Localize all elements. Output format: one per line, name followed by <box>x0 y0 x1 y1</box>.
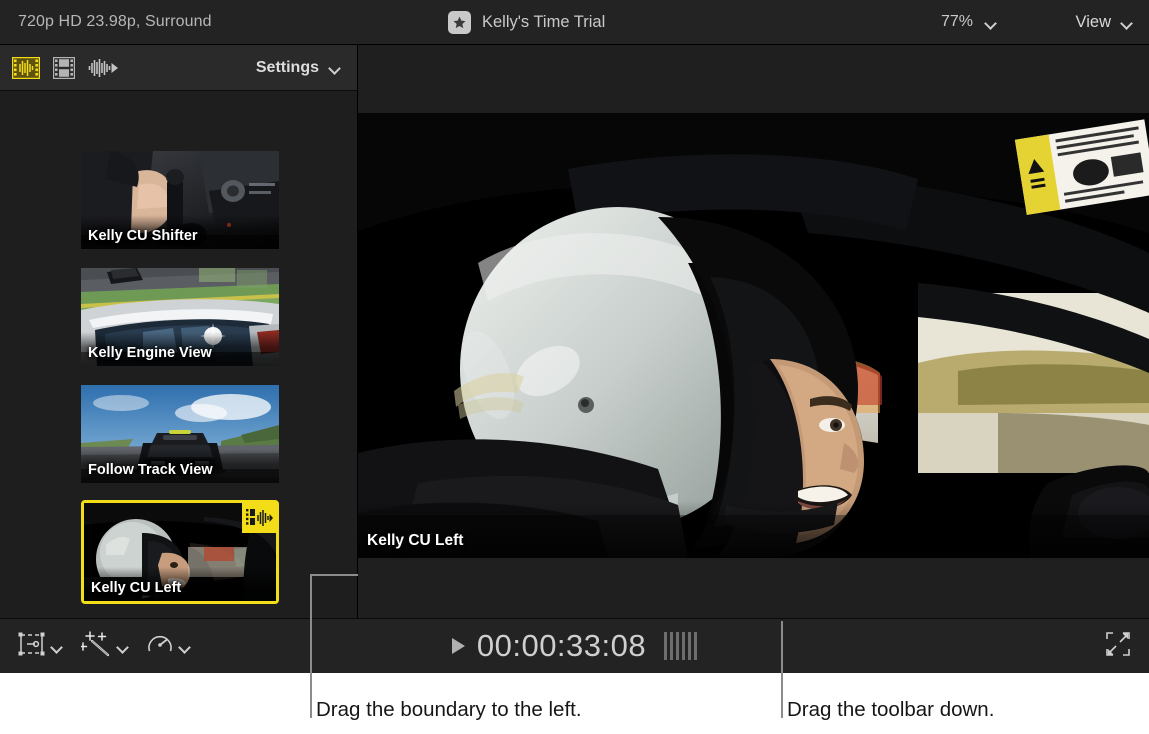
project-title: Kelly's Time Trial <box>482 13 605 32</box>
zoom-level-value: 77% <box>941 13 973 31</box>
viewer-pane[interactable]: Kelly CU Left <box>358 45 1149 618</box>
clip-label: Kelly CU Shifter <box>88 228 198 244</box>
meter-bar <box>694 632 697 660</box>
timecode-display[interactable]: 00:00:33:08 <box>452 628 697 664</box>
screenshot-root: 720p HD 23.98p, Surround Kelly's Time Tr… <box>0 0 1149 734</box>
callout-boundary-leader-vertical <box>310 574 312 718</box>
meter-bar <box>670 632 673 660</box>
clip-label: Kelly CU Left <box>91 580 181 596</box>
final-cut-pro-window: 720p HD 23.98p, Surround Kelly's Time Tr… <box>0 0 1149 673</box>
star-icon <box>448 11 471 34</box>
project-title-group: Kelly's Time Trial <box>448 0 605 44</box>
settings-label: Settings <box>256 59 319 77</box>
video-audio-filmstrip-icon[interactable] <box>12 57 40 79</box>
viewer-header-bar: 720p HD 23.98p, Surround Kelly's Time Tr… <box>0 0 1149 45</box>
project-format-label: 720p HD 23.98p, Surround <box>18 0 212 44</box>
meter-bar <box>664 632 667 660</box>
chevron-down-icon <box>1122 19 1133 26</box>
callout-toolbar-text: Drag the toolbar down. <box>787 698 994 722</box>
play-triangle-icon <box>452 638 465 654</box>
list-item[interactable]: Kelly Engine View <box>81 268 279 366</box>
viewer-clip-label: Kelly CU Left <box>367 532 463 550</box>
filmstrip-icon[interactable] <box>53 57 75 79</box>
expand-arrows-icon[interactable] <box>1105 631 1131 662</box>
toolbar-right-group <box>1105 619 1131 673</box>
audio-meter-icon <box>664 632 697 660</box>
callout-toolbar-leader-vertical <box>781 621 783 718</box>
meter-bar <box>688 632 691 660</box>
settings-popup-button[interactable]: Settings <box>256 45 341 90</box>
audio-waveform-icon[interactable] <box>88 58 118 78</box>
sidebar-toolbar: Settings <box>0 45 357 91</box>
callout-boundary-text: Drag the boundary to the left. <box>316 698 582 722</box>
chevron-down-icon <box>986 19 997 26</box>
view-popup-button[interactable]: View <box>1076 0 1133 44</box>
list-item[interactable]: Kelly CU Shifter <box>81 151 279 249</box>
video-image: Kelly CU Left <box>358 113 1149 558</box>
video-audio-filmstrip-icon <box>242 503 276 533</box>
bottom-toolbar: 00:00:33:08 <box>0 618 1149 673</box>
timecode-value: 00:00:33:08 <box>477 628 646 664</box>
meter-bar <box>676 632 679 660</box>
angle-browser-sidebar: Settings <box>0 45 358 618</box>
chevron-down-icon <box>330 64 341 71</box>
toolbar-center-group: 00:00:33:08 <box>0 619 1149 673</box>
angle-clip-list[interactable]: Kelly CU Shifter <box>0 91 357 618</box>
clip-label: Follow Track View <box>88 462 213 478</box>
clip-label: Kelly Engine View <box>88 345 212 361</box>
meter-bar <box>682 632 685 660</box>
sidebar-view-mode-icons <box>12 45 118 90</box>
view-label: View <box>1076 13 1111 32</box>
list-item[interactable]: Follow Track View <box>81 385 279 483</box>
list-item-selected[interactable]: Kelly CU Left <box>81 500 279 604</box>
zoom-level-popup[interactable]: 77% <box>941 0 997 44</box>
callout-boundary-leader-horizontal <box>310 574 358 576</box>
